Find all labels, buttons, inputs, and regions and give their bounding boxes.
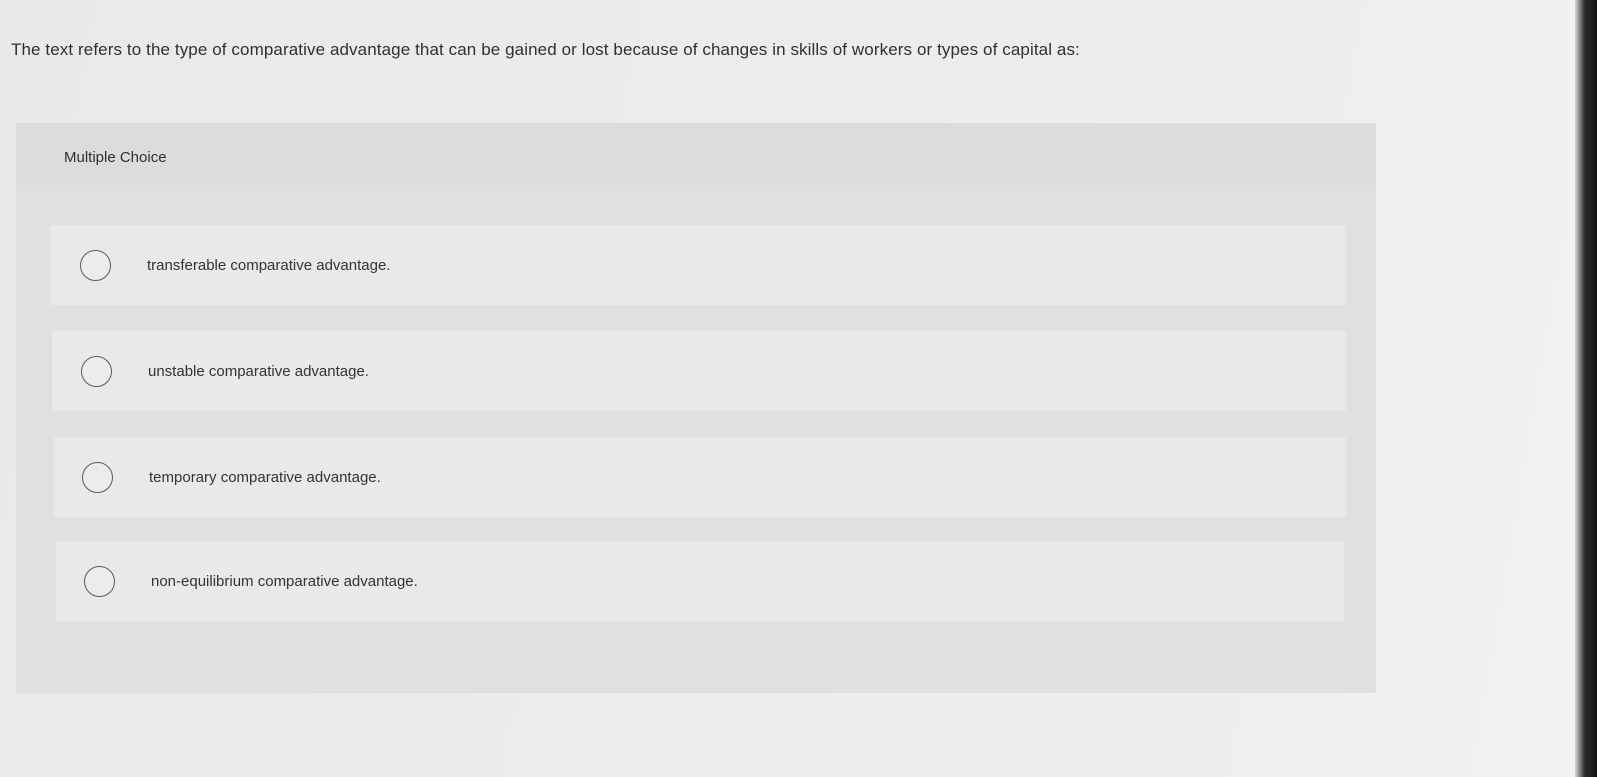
answer-option-2[interactable]: unstable comparative advantage. [52,331,1346,411]
screen-bezel-edge [1575,0,1597,777]
answer-option-4[interactable]: non-equilibrium comparative advantage. [56,541,1344,621]
answer-option-3[interactable]: temporary comparative advantage. [54,437,1346,517]
multiple-choice-header-label: Multiple Choice [64,149,167,166]
radio-button-icon[interactable] [81,355,112,387]
answer-option-label[interactable]: unstable comparative advantage. [148,363,369,380]
radio-button-icon[interactable] [82,461,113,493]
answer-option-label[interactable]: transferable comparative advantage. [147,257,390,274]
answer-option-1[interactable]: transferable comparative advantage. [50,225,1346,305]
question-text: The text refers to the type of comparati… [11,40,1080,59]
radio-button-icon[interactable] [84,565,115,597]
radio-button-icon[interactable] [80,249,111,281]
multiple-choice-header: Multiple Choice [16,123,1376,185]
answer-option-label[interactable]: non-equilibrium comparative advantage. [151,573,418,590]
answer-option-label[interactable]: temporary comparative advantage. [149,469,381,486]
